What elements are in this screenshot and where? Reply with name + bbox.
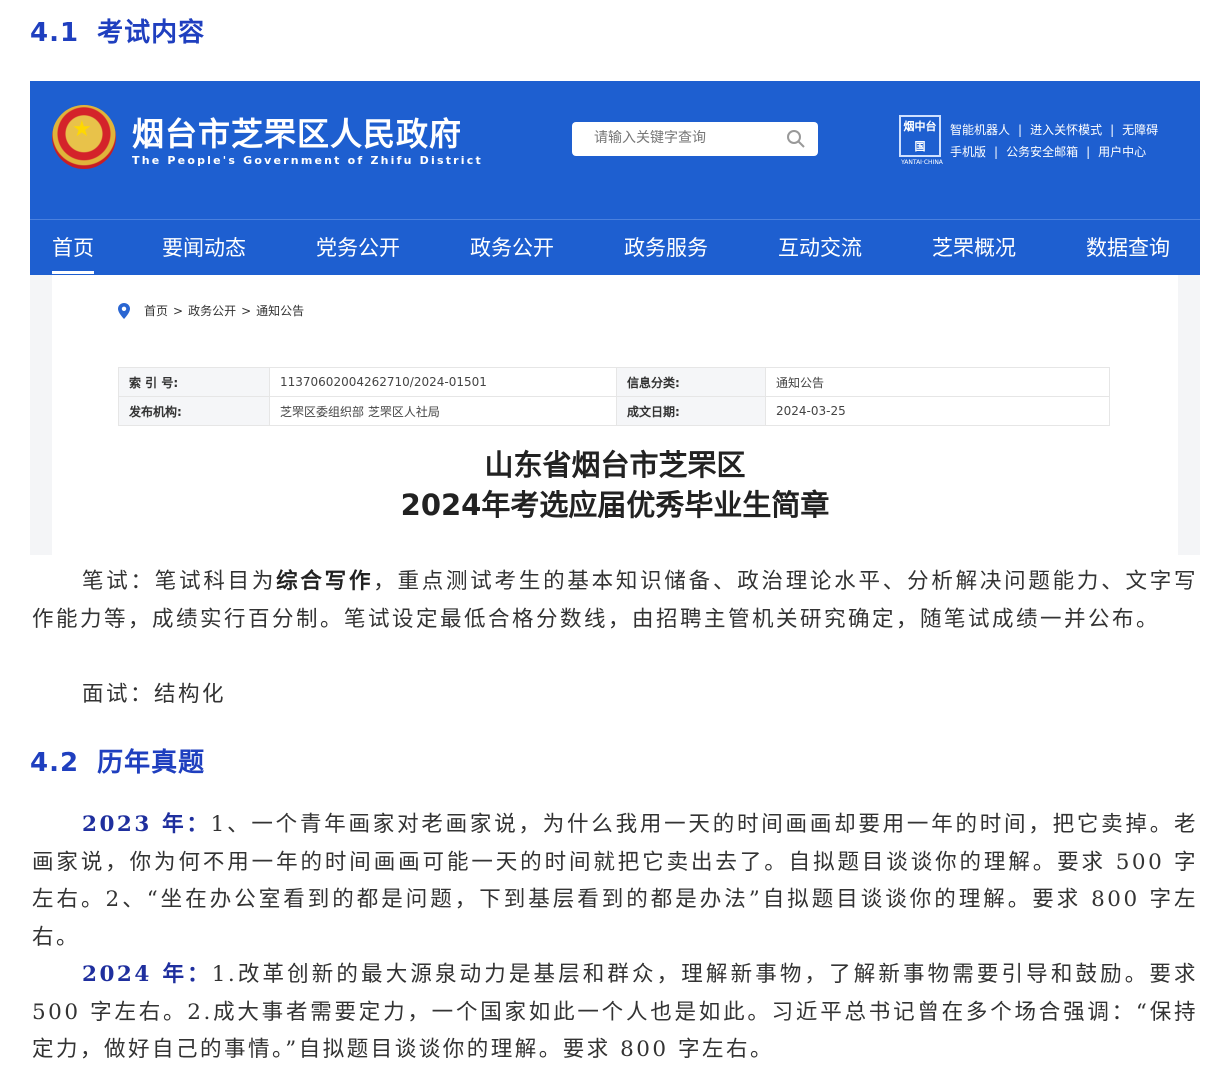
link-separator: | [1110,123,1115,137]
nav-party-affairs[interactable]: 党务公开 [316,232,400,262]
meta-value: 11370602004262710/2024-01501 [269,367,617,397]
written-exam-subject: 综合写作 [276,569,374,594]
section-heading-exam-content: 4.1 考试内容 [30,12,205,49]
main-nav: 首页 要闻动态 党务公开 政务公开 政务服务 互动交流 芝罘概况 数据查询 [30,219,1200,276]
section-heading-past-questions: 4.2 历年真题 [30,742,205,779]
past-question-2023: 2023 年：1、一个青年画家对老画家说，为什么我用一天的时间画画却要用一年的时… [32,806,1198,956]
breadcrumb-gov-affairs[interactable]: 政务公开 [188,302,236,319]
written-exam-paragraph: 笔试：笔试科目为综合写作，重点测试考生的基本知识储备、政治理论水平、分析解决问题… [32,563,1198,638]
yantai-china-logo: 烟中台国 YANTAI·CHINA [899,115,943,166]
location-pin-icon [118,302,130,319]
section-title: 考试内容 [97,18,206,48]
year-label-2023: 2023 年： [82,812,211,837]
gov-header: ★ 烟台市芝罘区人民政府 The People's Government of … [30,81,1200,275]
meta-value: 2024-03-25 [765,396,1110,426]
breadcrumb-separator: > [173,303,184,318]
table-row: 发布机构: 芝罘区委组织部 芝罘区人社局 成文日期: 2024-03-25 [118,396,1110,426]
nav-gov-affairs[interactable]: 政务公开 [470,232,554,262]
breadcrumb-notice[interactable]: 通知公告 [256,302,304,319]
article-meta-table: 索 引 号: 11370602004262710/2024-01501 信息分类… [118,367,1110,426]
nav-interaction[interactable]: 互动交流 [778,232,862,262]
emblem-icon: ★ [52,105,116,169]
year-label-2024: 2024 年： [82,962,212,987]
search-icon[interactable] [786,129,806,149]
link-care-mode[interactable]: 进入关怀模式 [1030,123,1102,137]
article-card: 首页 > 政务公开 > 通知公告 索 引 号: 11370602004262710/20… [52,275,1178,555]
embedded-website-screenshot: ★ 烟台市芝罘区人民政府 The People's Government of … [30,81,1200,555]
table-row: 索 引 号: 11370602004262710/2024-01501 信息分类… [118,367,1110,397]
link-robot[interactable]: 智能机器人 [950,123,1010,137]
link-secure-mail[interactable]: 公务安全邮箱 [1006,145,1078,159]
link-separator: | [994,145,999,159]
link-user-center[interactable]: 用户中心 [1098,145,1146,159]
nav-gov-services[interactable]: 政务服务 [624,232,708,262]
link-separator: | [1086,145,1091,159]
gov-site-english-name: The People's Government of Zhifu Distric… [132,154,483,167]
meta-label: 成文日期: [616,396,766,426]
written-exam-prefix: 笔试：笔试科目为 [82,569,277,594]
nav-overview[interactable]: 芝罘概况 [932,232,1016,262]
meta-label: 发布机构: [118,396,270,426]
breadcrumb-separator: > [241,303,252,318]
breadcrumb-home[interactable]: 首页 [144,302,168,319]
link-mobile[interactable]: 手机版 [950,145,986,159]
meta-label: 索 引 号: [118,367,270,397]
interview-paragraph: 面试：结构化 [82,682,227,707]
section-number: 4.2 [30,748,80,778]
nav-home[interactable]: 首页 [52,232,94,274]
link-accessibility[interactable]: 无障碍 [1122,123,1158,137]
logo-subtext: YANTAI·CHINA [901,159,943,166]
document-title-line2: 2024年考选应届优秀毕业生简章 [400,488,830,522]
meta-value: 通知公告 [765,367,1110,397]
header-links-row2: 手机版 | 公务安全邮箱 | 用户中心 [950,143,1146,160]
search-box[interactable] [572,122,818,156]
meta-value: 芝罘区委组织部 芝罘区人社局 [269,396,617,426]
header-links-row1: 智能机器人 | 进入关怀模式 | 无障碍 [950,121,1158,138]
meta-label: 信息分类: [616,367,766,397]
document-title-line1: 山东省烟台市芝罘区 [484,448,746,482]
link-separator: | [1018,123,1023,137]
gov-site-name[interactable]: 烟台市芝罘区人民政府 [132,109,462,155]
nav-data-query[interactable]: 数据查询 [1086,232,1170,262]
section-number: 4.1 [30,18,80,48]
past-question-2024: 2024 年：1.改革创新的最大源泉动力是基层和群众，理解新事物，了解新事物需要… [32,956,1198,1069]
search-input[interactable] [594,130,784,146]
breadcrumb: 首页 > 政务公开 > 通知公告 [118,302,304,319]
nav-news[interactable]: 要闻动态 [162,232,246,262]
section-title: 历年真题 [97,748,206,778]
logo-text: 烟中台国 [903,120,937,153]
